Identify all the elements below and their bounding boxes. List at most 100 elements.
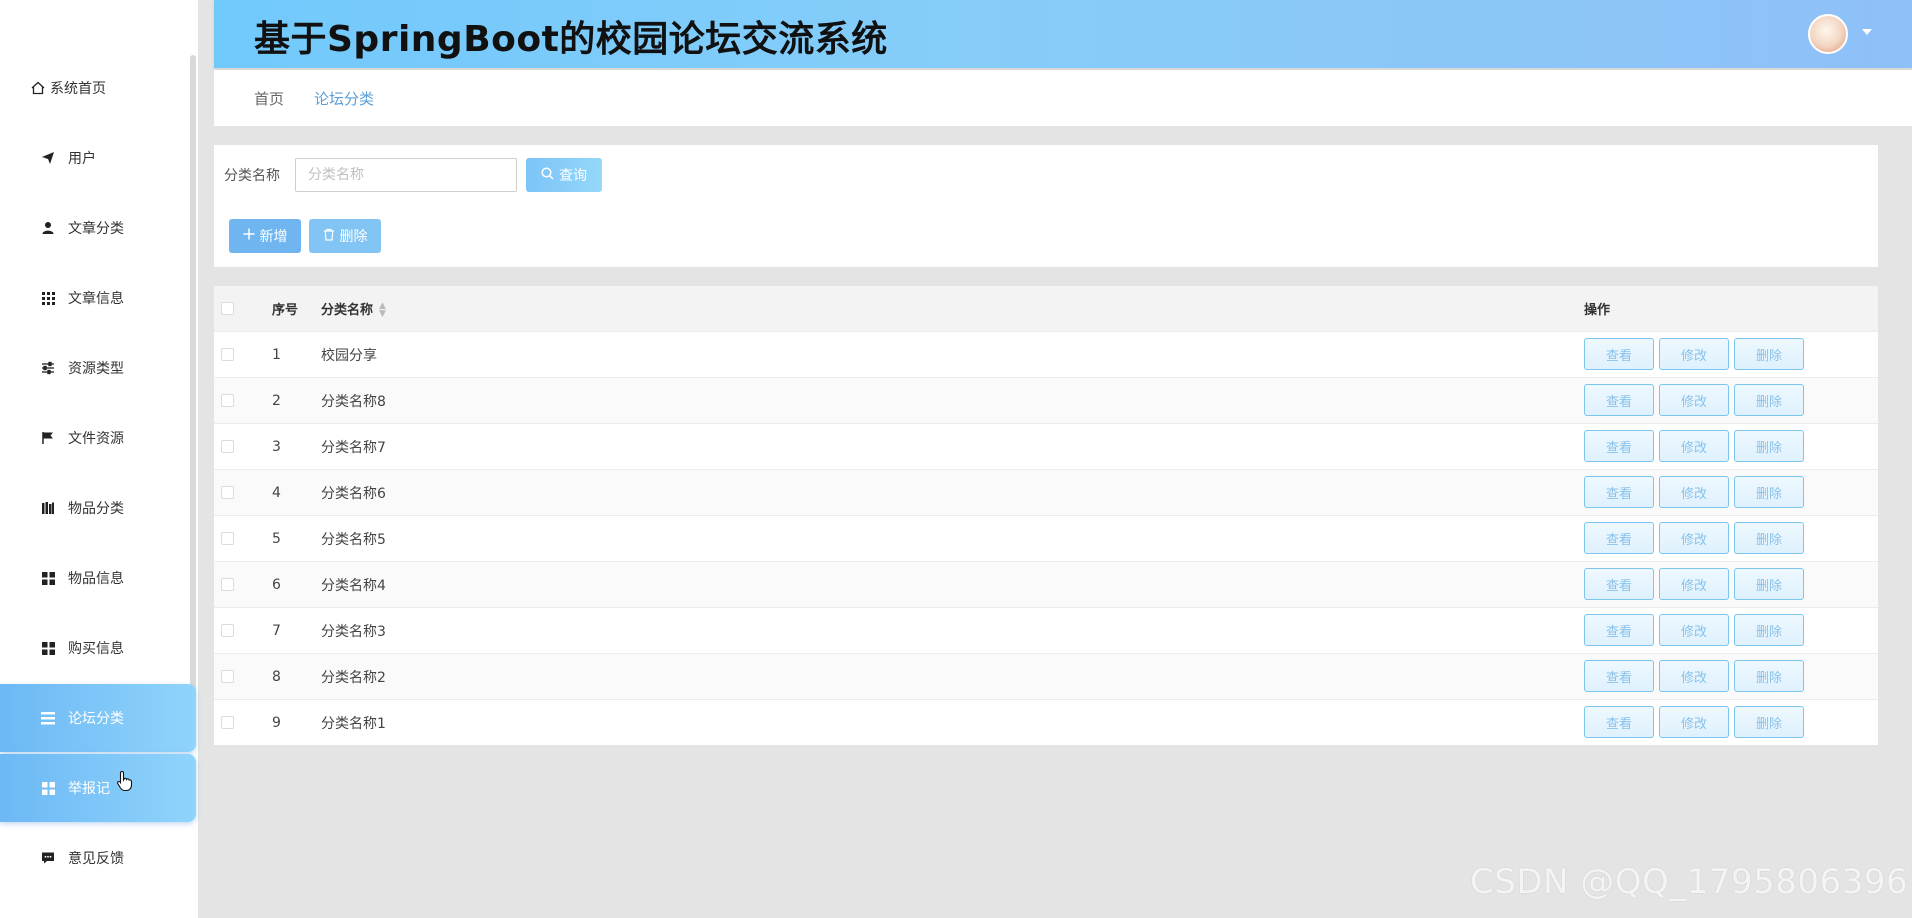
view-button[interactable]: 查看 [1584,384,1654,416]
delete-button[interactable]: 删除 [1734,476,1804,508]
sidebar-item-label: 物品分类 [68,501,124,517]
row-name: 分类名称1 [321,715,386,732]
sidebar-item-goods-category[interactable]: 物品分类 [0,474,196,542]
row-checkbox[interactable] [221,486,234,499]
table-row: 7 分类名称3 查看 修改 删除 [214,607,1878,653]
table-header: 序号 分类名称 ▲ ▼ 操作 [214,286,1878,331]
sidebar-item-resource-type[interactable]: 资源类型 [0,334,196,402]
row-name: 校园分享 [321,347,377,364]
sidebar-item-article-info[interactable]: 文章信息 [0,264,196,332]
edit-button[interactable]: 修改 [1659,338,1729,370]
edit-button[interactable]: 修改 [1659,430,1729,462]
edit-button[interactable]: 修改 [1659,614,1729,646]
sidebar-item-label: 文件资源 [68,431,124,447]
row-checkbox[interactable] [221,716,234,729]
query-button-label: 查询 [559,168,587,184]
delete-button[interactable]: 删除 [1734,706,1804,738]
sidebar-item-purchase-info[interactable]: 购买信息 [0,614,196,682]
row-checkbox[interactable] [221,348,234,361]
sidebar-item-label: 用户 [68,151,96,167]
sidebar-item-article-category[interactable]: 文章分类 [0,194,196,262]
sidebar-item-forum-category[interactable]: 论坛分类 [0,684,196,752]
sidebar-item-label: 系统首页 [50,81,106,97]
add-button-label: 新增 [259,229,288,245]
breadcrumb-home[interactable]: 首页 [254,88,284,109]
select-all-checkbox[interactable] [221,302,234,315]
row-checkbox[interactable] [221,394,234,407]
row-seq: 1 [272,346,281,363]
row-seq: 3 [272,438,281,455]
chevron-down-icon[interactable] [1862,29,1872,35]
user-icon [40,220,56,236]
table-row: 8 分类名称2 查看 修改 删除 [214,653,1878,699]
row-checkbox[interactable] [221,578,234,591]
view-button[interactable]: 查看 [1584,338,1654,370]
view-button[interactable]: 查看 [1584,706,1654,738]
sidebar-item-goods-info[interactable]: 物品信息 [0,544,196,612]
view-button[interactable]: 查看 [1584,430,1654,462]
app-title: 基于SpringBoot的校园论坛交流系统 [254,19,888,60]
delete-button[interactable]: 删除 [1734,568,1804,600]
edit-button[interactable]: 修改 [1659,476,1729,508]
view-button[interactable]: 查看 [1584,522,1654,554]
trash-icon [323,228,335,245]
view-button[interactable]: 查看 [1584,614,1654,646]
avatar[interactable] [1808,14,1848,54]
row-name: 分类名称3 [321,623,386,640]
row-checkbox[interactable] [221,670,234,683]
header-name[interactable]: 分类名称 ▲ ▼ [321,299,386,319]
delete-button[interactable]: 删除 [1734,522,1804,554]
send-icon [40,150,56,166]
sidebar-item-home[interactable]: 系统首页 [0,54,196,122]
sidebar-item-users[interactable]: 用户 [0,124,196,192]
sidebar-item-report-record[interactable]: 举报记 [0,754,196,822]
row-checkbox[interactable] [221,624,234,637]
sidebar-item-label: 文章信息 [68,291,124,307]
row-checkbox[interactable] [221,440,234,453]
table-body: 1 校园分享 查看 修改 删除 2 分类名称8 查看 修改 删除 3 分类名称7 查看 修改 删除 4 分类名称… [214,331,1878,745]
edit-button[interactable]: 修改 [1659,568,1729,600]
sidebar-item-label: 购买信息 [68,641,124,657]
flag-icon [40,430,56,446]
menu-icon [40,710,56,726]
delete-button[interactable]: 删除 [1734,384,1804,416]
edit-button[interactable]: 修改 [1659,706,1729,738]
category-table: 序号 分类名称 ▲ ▼ 操作 1 校园分享 查看 修改 删除 2 分类名称8 查看 修改 删除 3 分类名… [214,286,1878,745]
delete-button[interactable]: 删除 [1734,614,1804,646]
sidebar-item-label: 物品信息 [68,571,124,587]
delete-button[interactable]: 删除 [1734,338,1804,370]
edit-button[interactable]: 修改 [1659,660,1729,692]
plus-icon [243,228,255,244]
batch-delete-button-label: 删除 [339,229,368,245]
batch-delete-button[interactable]: 删除 [309,219,381,253]
row-checkbox[interactable] [221,532,234,545]
row-name: 分类名称7 [321,439,386,456]
view-button[interactable]: 查看 [1584,568,1654,600]
sidebar-item-label: 意见反馈 [68,851,124,867]
search-input[interactable] [295,158,517,192]
view-button[interactable]: 查看 [1584,660,1654,692]
row-seq: 4 [272,484,281,501]
edit-button[interactable]: 修改 [1659,384,1729,416]
add-button[interactable]: 新增 [229,219,301,253]
table-row: 6 分类名称4 查看 修改 删除 [214,561,1878,607]
table-row: 9 分类名称1 查看 修改 删除 [214,699,1878,745]
table-row: 1 校园分享 查看 修改 删除 [214,331,1878,377]
home-icon [30,80,46,96]
sidebar: 系统首页 用户 文章分类 文章信息 资源类型 文件资源 物品分类 物品信息 购买… [0,0,198,918]
sidebar-item-label: 论坛分类 [68,711,124,727]
edit-button[interactable]: 修改 [1659,522,1729,554]
books-icon [40,500,56,516]
apps-icon [40,640,56,656]
row-name: 分类名称2 [321,669,386,686]
delete-button[interactable]: 删除 [1734,660,1804,692]
row-seq: 8 [272,668,281,685]
sidebar-item-feedback[interactable]: 意见反馈 [0,824,196,892]
sort-icon[interactable]: ▲ ▼ [379,302,386,319]
sidebar-item-label: 举报记 [68,781,110,797]
view-button[interactable]: 查看 [1584,476,1654,508]
header-op: 操作 [1584,303,1611,318]
sidebar-item-file-resource[interactable]: 文件资源 [0,404,196,472]
query-button[interactable]: 查询 [526,158,602,192]
delete-button[interactable]: 删除 [1734,430,1804,462]
